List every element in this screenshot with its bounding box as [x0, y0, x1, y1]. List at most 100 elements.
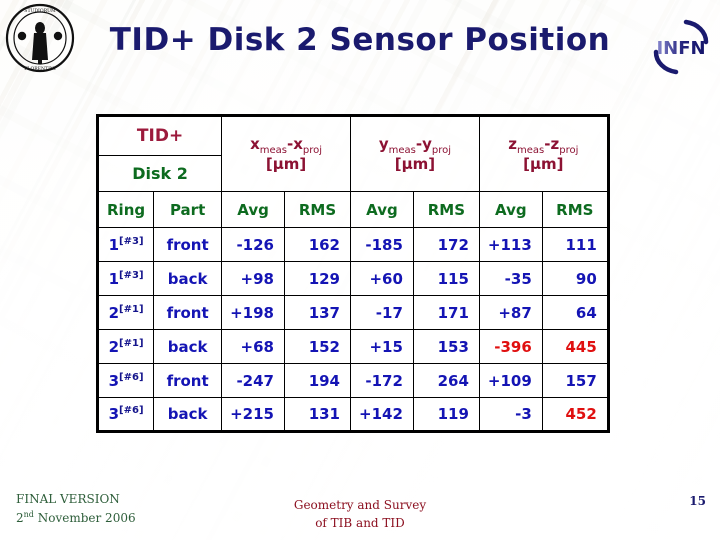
cell-z-rms: 90 [541, 261, 609, 296]
cell-z-rms: 445 [541, 329, 609, 364]
table-row: 3[#6] front -247 194 -172 264 +109 157 [96, 363, 609, 398]
cell-ring: 1[#3] [96, 227, 155, 262]
table-row: 1[#3] front -126 162 -185 172 +113 111 [96, 227, 609, 262]
cell-part: front [153, 295, 223, 330]
group-x-sub2: proj [302, 144, 323, 156]
cell-z-rms: 157 [541, 363, 609, 398]
ring-tag: [#3] [119, 269, 144, 281]
ring-tag: [#3] [119, 235, 144, 247]
cell-x-rms: 152 [284, 329, 351, 364]
table-corner-disk: Disk 2 [96, 155, 223, 192]
footer-center: Geometry and Survey of TIB and TID [0, 496, 720, 532]
group-z-sub2: proj [559, 144, 579, 156]
subheader-y-rms: RMS [412, 191, 480, 228]
group-y-unit: [µm] [394, 154, 436, 173]
cell-x-avg: -126 [221, 227, 285, 262]
cell-x-rms: 194 [284, 363, 351, 398]
cell-x-avg: +215 [221, 397, 285, 432]
ring-tag: [#6] [119, 405, 144, 416]
cell-ring: 3[#6] [96, 397, 155, 432]
cell-y-rms: 264 [412, 363, 480, 398]
cell-x-rms: 137 [284, 295, 351, 330]
group-z-symbol: z [508, 134, 518, 153]
cell-z-avg: -35 [478, 261, 543, 296]
group-z-unit: [µm] [523, 154, 564, 173]
group-z-symbol2: z [550, 134, 560, 153]
table-row: 2[#1] back +68 152 +15 153 -396 445 [96, 329, 609, 364]
subheader-z-rms: RMS [541, 191, 609, 228]
cell-z-rms: 64 [541, 295, 609, 330]
cell-y-rms: 119 [412, 397, 480, 432]
ring-number: 2 [108, 303, 120, 322]
cell-y-rms: 153 [412, 329, 480, 364]
footer-page-number: 15 [689, 494, 706, 508]
cell-ring: 2[#1] [96, 329, 155, 364]
cell-x-rms: 131 [284, 397, 351, 432]
cell-ring: 1[#3] [96, 261, 155, 296]
sensor-position-table: TID+ xmeas-xproj [µm] ymeas-yproj [µm] z… [96, 114, 610, 433]
group-z-sub1: meas [517, 144, 545, 156]
ring-tag: [#1] [119, 337, 144, 349]
group-x-symbol2: x [293, 134, 303, 153]
ring-number: 3 [108, 371, 120, 390]
svg-text:FLORENTINI: FLORENTINI [24, 66, 56, 72]
corner-tid-label: TID+ [136, 126, 184, 146]
ring-tag: [#1] [119, 303, 144, 315]
subheader-x-rms: RMS [284, 191, 351, 228]
group-x-sub1: meas [259, 144, 287, 156]
table-header-row-title: TID+ xmeas-xproj [µm] ymeas-yproj [µm] z… [96, 115, 609, 192]
group-x-symbol: x [250, 134, 260, 153]
footer-subject-line2: of TIB and TID [315, 516, 405, 530]
ring-number: 3 [108, 405, 120, 423]
cell-y-avg: +142 [350, 397, 414, 432]
cell-part: front [153, 227, 223, 262]
subheader-ring: Ring [96, 191, 155, 228]
cell-z-avg: +87 [478, 295, 543, 330]
slide-title: TID+ Disk 2 Sensor Position [109, 22, 611, 58]
cell-y-avg: -185 [350, 227, 414, 262]
cell-z-avg: -396 [478, 329, 543, 364]
group-header-x: xmeas-xproj [µm] [221, 115, 351, 192]
group-y-sub1: meas [388, 144, 416, 156]
table-subheader-row: Ring Part Avg RMS Avg RMS Avg RMS [96, 191, 609, 228]
cell-x-avg: -247 [221, 363, 285, 398]
subheader-z-avg: Avg [478, 191, 543, 228]
cell-y-avg: +60 [350, 261, 414, 296]
cell-x-avg: +198 [221, 295, 285, 330]
cell-part: back [153, 397, 223, 432]
cell-x-rms: 162 [284, 227, 351, 262]
subheader-x-avg: Avg [221, 191, 285, 228]
slide-canvas: STUDIORUM FLORENTINI INFN TID+ Disk 2 Se… [0, 0, 720, 540]
sensor-position-table-wrap: TID+ xmeas-xproj [µm] ymeas-yproj [µm] z… [96, 114, 610, 433]
cell-y-rms: 172 [412, 227, 480, 262]
cell-x-avg: +68 [221, 329, 285, 364]
cell-y-avg: -17 [350, 295, 414, 330]
subheader-y-avg: Avg [350, 191, 414, 228]
cell-z-avg: -3 [478, 397, 543, 432]
cell-part: front [153, 363, 223, 398]
group-x-unit: [µm] [265, 154, 307, 173]
corner-disk-label: Disk 2 [132, 164, 188, 183]
group-y-symbol2: y [422, 134, 432, 153]
cell-ring: 3[#6] [96, 363, 155, 398]
cell-z-rms: 452 [541, 397, 609, 432]
svg-text:STUDIORUM: STUDIORUM [24, 8, 56, 14]
group-header-y: ymeas-yproj [µm] [350, 115, 480, 192]
table-row: 1[#3] back +98 129 +60 115 -35 90 [96, 261, 609, 296]
group-y-sub2: proj [431, 144, 452, 156]
cell-y-avg: -172 [350, 363, 414, 398]
table-row: 2[#1] front +198 137 -17 171 +87 64 [96, 295, 609, 330]
footer-subject-line1: Geometry and Survey [293, 498, 427, 512]
ring-tag: [#6] [119, 371, 144, 383]
ring-number: 2 [108, 337, 120, 356]
cell-z-avg: +113 [478, 227, 543, 262]
cell-y-rms: 171 [412, 295, 480, 330]
table-row: 3[#6] back +215 131 +142 119 -3 452 [96, 397, 609, 432]
cell-z-avg: +109 [478, 363, 543, 398]
cell-x-rms: 129 [284, 261, 351, 296]
cell-z-rms: 111 [541, 227, 609, 262]
ring-number: 1 [108, 269, 120, 288]
group-header-z: zmeas-zproj [µm] [478, 115, 609, 192]
table-corner-title: TID+ [96, 115, 223, 156]
cell-part: back [153, 329, 223, 364]
